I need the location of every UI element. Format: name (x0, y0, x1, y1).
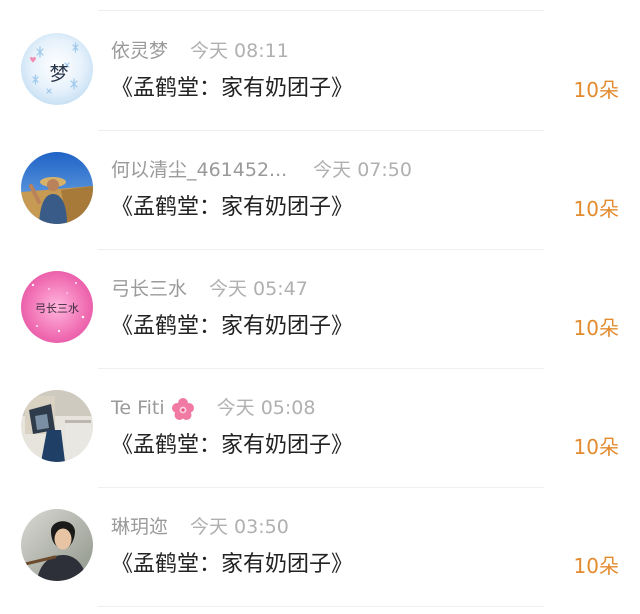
username[interactable]: 弓长三水 (111, 275, 187, 303)
gift-count: 10朵 (573, 316, 619, 340)
comment-meta: 琳玥迩 今天 03:50 (111, 513, 289, 541)
comment-text: 《孟鹤堂：家有奶团子》 (111, 552, 354, 577)
comment-meta: Te Fiti 今天 05:08 (111, 394, 315, 422)
comment-item[interactable]: 何以清尘_461452... 今天 07:50 《孟鹤堂：家有奶团子》 10朵 (0, 131, 640, 250)
comment-text: 《孟鹤堂：家有奶团子》 (111, 314, 354, 339)
timestamp: 今天 05:08 (216, 397, 316, 419)
comment-item[interactable]: 梦 依灵梦 今天 08:11 《孟鹤堂：家有奶团子》 10朵 (0, 12, 640, 131)
avatar-lettering: 弓长三水 (35, 302, 79, 315)
comment-text: 《孟鹤堂：家有奶团子》 (111, 195, 354, 220)
avatar[interactable]: 弓长三水 (21, 271, 93, 343)
username[interactable]: Te Fiti (111, 394, 165, 422)
comment-text: 《孟鹤堂：家有奶团子》 (111, 76, 354, 101)
timestamp: 今天 07:50 (313, 159, 412, 181)
comment-item[interactable]: Te Fiti 今天 05:08 《孟鹤堂：家有奶团子》 10朵 (0, 369, 640, 488)
timestamp: 今天 08:11 (190, 40, 289, 62)
comment-item[interactable]: 弓长三水 弓长三水 今天 05:47 《孟鹤堂：家有奶团子》 10朵 (0, 250, 640, 369)
top-divider (98, 10, 544, 11)
comment-meta: 依灵梦 今天 08:11 (111, 37, 289, 65)
comment-list: 梦 依灵梦 今天 08:11 《孟鹤堂：家有奶团子》 10朵 何以清尘_4614… (0, 12, 640, 607)
flower-icon (171, 397, 195, 421)
comment-meta: 弓长三水 今天 05:47 (111, 275, 308, 303)
gift-count: 10朵 (573, 78, 619, 102)
username[interactable]: 琳玥迩 (111, 513, 168, 541)
comment-item[interactable]: 琳玥迩 今天 03:50 《孟鹤堂：家有奶团子》 10朵 (0, 488, 640, 607)
timestamp: 今天 03:50 (190, 516, 289, 538)
comment-meta: 何以清尘_461452... 今天 07:50 (111, 156, 412, 184)
timestamp: 今天 05:47 (209, 278, 308, 300)
gift-count: 10朵 (573, 554, 619, 578)
gift-count: 10朵 (573, 197, 619, 221)
username[interactable]: 何以清尘_461452... (111, 156, 287, 184)
avatar[interactable] (21, 509, 93, 581)
comment-text: 《孟鹤堂：家有奶团子》 (111, 433, 354, 458)
avatar[interactable] (21, 390, 93, 462)
gift-count: 10朵 (573, 435, 619, 459)
avatar[interactable] (21, 152, 93, 224)
username[interactable]: 依灵梦 (111, 37, 168, 65)
avatar-lettering: 梦 (49, 63, 68, 85)
avatar[interactable]: 梦 (21, 33, 93, 105)
